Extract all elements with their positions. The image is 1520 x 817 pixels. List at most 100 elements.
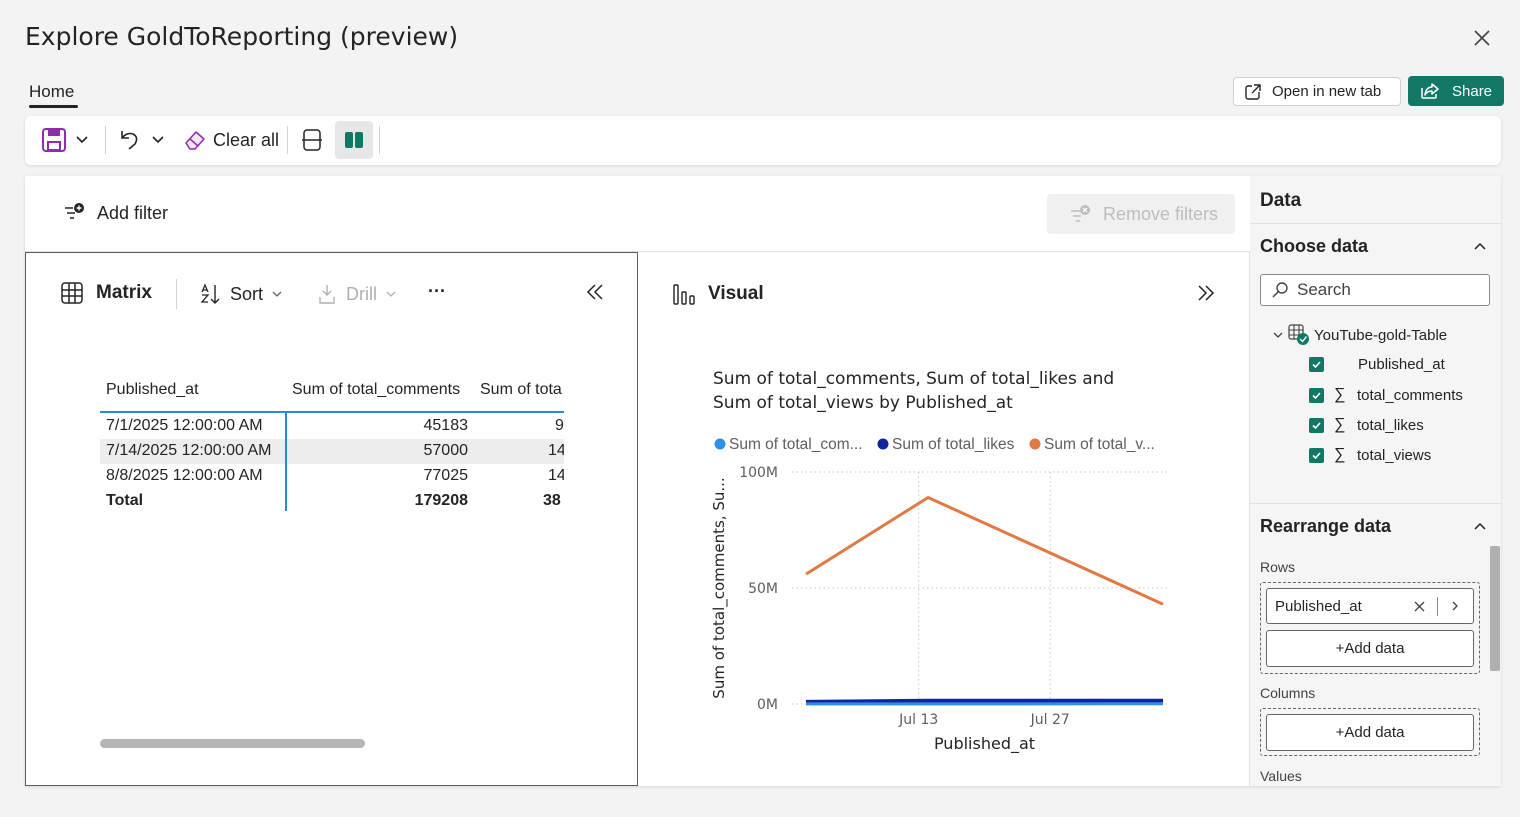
rows-label: Rows xyxy=(1260,559,1296,575)
table-row[interactable]: 8/8/2025 12:00:00 AM 77025 14 xyxy=(100,464,564,489)
total-value: 179208 xyxy=(414,492,468,509)
columns-well[interactable]: +Add data xyxy=(1260,708,1480,756)
undo-button[interactable] xyxy=(117,128,141,152)
chevron-down-icon xyxy=(152,136,164,144)
remove-field-icon[interactable] xyxy=(1413,600,1426,613)
checkbox-checked[interactable] xyxy=(1309,387,1324,403)
toolbar: Clear all xyxy=(25,116,1501,165)
add-data-button[interactable]: +Add data xyxy=(1266,714,1474,751)
add-filter-button[interactable]: Add filter xyxy=(63,202,168,224)
series-line[interactable] xyxy=(805,698,1163,704)
side-by-side-layout-button[interactable] xyxy=(335,121,373,159)
explore-canvas: Add filter Remove filters Matrix Sort Dr… xyxy=(25,176,1501,786)
sort-button[interactable]: Sort xyxy=(200,283,283,305)
undo-icon xyxy=(121,131,138,150)
sigma-icon: ∑ xyxy=(1334,386,1346,403)
undo-options-chevron[interactable] xyxy=(151,133,165,147)
line-chart[interactable]: Sum of total_comments, Sum of total_like… xyxy=(698,362,1238,762)
rearrange-data-heading: Rearrange data xyxy=(1260,516,1392,536)
rows-field-pill[interactable]: Published_at xyxy=(1266,588,1474,624)
chevron-double-left-icon xyxy=(586,284,603,300)
search-input[interactable]: Search xyxy=(1260,274,1490,306)
legend-label[interactable]: Sum of total_com... xyxy=(729,436,863,453)
header-underline xyxy=(100,411,564,413)
field-label: Published_at xyxy=(1358,356,1445,373)
matrix-header-row: Published_at Sum of total_comments Sum o… xyxy=(100,375,564,409)
divider xyxy=(1250,503,1501,504)
values-label: Values xyxy=(1260,768,1302,784)
remove-filters-button[interactable]: Remove filters xyxy=(1047,194,1235,234)
matrix-col-header[interactable]: Sum of total_comments xyxy=(292,381,460,399)
save-options-chevron[interactable] xyxy=(75,133,89,147)
checkbox-checked[interactable] xyxy=(1309,447,1324,463)
table-name: YouTube-gold-Table xyxy=(1314,326,1448,344)
table-tree-node[interactable]: YouTube-gold-Table xyxy=(1272,324,1447,346)
table-row[interactable]: 7/1/2025 12:00:00 AM 45183 9 xyxy=(100,414,564,439)
data-pane-scrollbar[interactable] xyxy=(1490,546,1500,671)
matrix-pane[interactable]: Matrix Sort Drill ··· Published_at Sum o… xyxy=(25,252,638,786)
checkbox-checked[interactable] xyxy=(1309,417,1324,433)
value-cell: 14 xyxy=(548,467,564,484)
choose-data-heading: Choose data xyxy=(1260,236,1369,256)
visual-pane[interactable]: Visual Sum of total_comments, Sum of tot… xyxy=(638,252,1250,786)
horizontal-scrollbar[interactable] xyxy=(100,739,365,748)
open-in-new-tab-label: Open in new tab xyxy=(1272,83,1382,100)
field-item[interactable]: ∑ total_likes xyxy=(1309,416,1424,434)
tab-home[interactable]: Home xyxy=(29,82,74,102)
close-icon[interactable] xyxy=(1470,26,1494,50)
field-item[interactable]: ∑ total_comments xyxy=(1309,386,1463,404)
stacked-layout-icon xyxy=(302,129,322,151)
field-label: total_likes xyxy=(1357,416,1424,434)
remove-filters-label: Remove filters xyxy=(1103,203,1219,224)
clear-all-button[interactable]: Clear all xyxy=(183,128,279,152)
legend-label[interactable]: Sum of total_v... xyxy=(1044,436,1155,453)
collapse-choose-data-button[interactable] xyxy=(1472,238,1488,259)
share-label: Share xyxy=(1452,82,1493,100)
table-row[interactable]: 7/14/2025 12:00:00 AM 57000 14 xyxy=(100,439,564,464)
chevron-double-right-icon xyxy=(1198,285,1215,301)
field-item[interactable]: Published_at xyxy=(1309,356,1445,373)
more-options-button[interactable]: ··· xyxy=(428,281,446,302)
dialog-title: Explore GoldToReporting (preview) xyxy=(25,22,459,51)
matrix-col-header[interactable]: Sum of tota xyxy=(480,381,562,399)
matrix-table-viewport: Published_at Sum of total_comments Sum o… xyxy=(100,373,564,513)
visual-title: Visual xyxy=(708,283,764,304)
expand-right-button[interactable] xyxy=(1195,282,1217,309)
legend-label[interactable]: Sum of total_likes xyxy=(892,436,1015,453)
row-header-cell: 7/1/2025 12:00:00 AM xyxy=(106,417,263,434)
x-tick-label: Jul 27 xyxy=(1030,712,1070,728)
row-header-cell: 8/8/2025 12:00:00 AM xyxy=(106,467,263,484)
visual-header: Visual xyxy=(672,282,764,306)
drill-label: Drill xyxy=(346,283,377,304)
checkbox-checked[interactable] xyxy=(1309,357,1324,372)
x-tick-label: Jul 13 xyxy=(898,712,938,728)
field-label: total_views xyxy=(1357,446,1432,464)
columns-label: Columns xyxy=(1260,685,1316,701)
row-header-cell: 7/14/2025 12:00:00 AM xyxy=(106,442,272,459)
value-cell: 14 xyxy=(548,442,564,459)
remove-filter-icon xyxy=(1071,205,1090,222)
total-label: Total xyxy=(106,492,144,509)
chart-title-line: Sum of total_comments, Sum of total_like… xyxy=(713,369,1114,389)
collapse-left-button[interactable] xyxy=(584,281,606,308)
field-item[interactable]: ∑ total_views xyxy=(1309,446,1431,464)
column-chart-icon xyxy=(673,284,695,305)
drill-button[interactable]: Drill xyxy=(316,283,397,305)
open-external-icon xyxy=(1245,83,1261,100)
value-cell: 57000 xyxy=(423,442,469,459)
collapse-rearrange-button[interactable] xyxy=(1472,518,1488,539)
matrix-col-header[interactable]: Published_at xyxy=(106,381,199,399)
chevron-right-icon[interactable] xyxy=(1449,600,1461,612)
chevron-down-icon xyxy=(272,291,282,297)
stack-layout-button[interactable] xyxy=(301,128,323,152)
sigma-icon: ∑ xyxy=(1334,446,1346,463)
save-button[interactable] xyxy=(41,127,67,153)
rows-well[interactable]: Published_at +Add data xyxy=(1260,582,1480,674)
legend-marker xyxy=(877,438,889,450)
row-header-divider xyxy=(285,439,287,464)
chevron-up-icon xyxy=(1474,522,1486,530)
share-button[interactable]: Share xyxy=(1408,76,1504,106)
x-axis-title: Published_at xyxy=(934,734,1035,754)
open-in-new-tab-button[interactable]: Open in new tab xyxy=(1233,77,1401,106)
add-data-button[interactable]: +Add data xyxy=(1266,630,1474,667)
